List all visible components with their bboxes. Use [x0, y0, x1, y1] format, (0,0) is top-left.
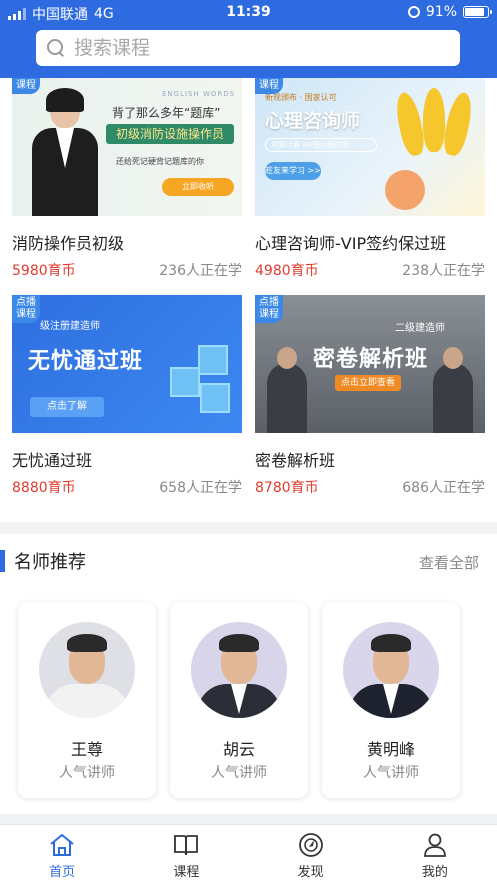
course-title[interactable]: 无忧通过班 — [12, 447, 242, 471]
teacher-role: 人气讲师 — [363, 765, 419, 781]
section-divider — [0, 522, 497, 534]
person-head — [277, 347, 297, 369]
instructor-photo — [30, 88, 100, 216]
course-banner[interactable]: 课程 ENGLISH WORDS 背了那么多年“题库” 初级消防设施操作员 还给… — [12, 78, 242, 216]
course-title[interactable]: 心理咨询师-VIP签约保过班 — [255, 230, 485, 254]
avatar — [191, 622, 287, 718]
banner-sub: 级注册建造师 — [40, 321, 100, 332]
course-learners: 658人正在学 — [159, 480, 242, 496]
section-title: 名师推荐 — [14, 552, 86, 573]
tab-label: 我的 — [421, 865, 448, 880]
section-accent-bar — [0, 550, 5, 572]
banner-line3: 还给死记硬背记题库的你 — [116, 157, 204, 166]
course-meta: 8780育币 686人正在学 — [255, 477, 485, 497]
banner-english: ENGLISH WORDS — [162, 90, 236, 98]
course-banner[interactable]: 点播 课程 二级建造师 密卷解析班 点击立即查看 — [255, 295, 485, 433]
course-meta: 4980育币 238人正在学 — [255, 260, 485, 280]
teachers-section-header: 名师推荐 查看全部 — [0, 546, 497, 576]
tab-home[interactable]: 首页 — [0, 825, 124, 883]
teacher-role: 人气讲师 — [211, 765, 267, 781]
teacher-card[interactable]: 王尊 人气讲师 — [18, 602, 156, 798]
banner-button[interactable]: 趁友来学习 >> — [265, 162, 321, 180]
tab-label: 发现 — [297, 865, 324, 880]
banner-button[interactable]: 立即收听 — [162, 178, 234, 196]
course-banner[interactable]: 点播 课程 级注册建造师 无忧通过班 点击了解 — [12, 295, 242, 433]
banner-button[interactable]: 点击了解 — [30, 397, 104, 417]
teacher-name: 胡云 — [222, 740, 255, 759]
banner-sub: 新规颁布 · 国家认可 — [265, 93, 337, 102]
banner-title: 无忧通过班 — [28, 349, 144, 374]
see-all-link[interactable]: 查看全部 — [419, 552, 479, 573]
banner-line2: 初级消防设施操作员 — [106, 124, 234, 144]
bottom-divider — [0, 814, 497, 824]
tab-bar: 首页 课程 发现 我的 — [0, 824, 497, 883]
battery-percent: 91% — [425, 4, 457, 20]
course-learners: 236人正在学 — [159, 263, 242, 279]
person-head — [443, 347, 463, 369]
book-icon — [174, 835, 199, 856]
course-tag: 课程 — [255, 78, 283, 94]
search-bar[interactable] — [36, 30, 460, 66]
course-meta: 5980育币 236人正在学 — [12, 260, 242, 280]
avatar — [343, 622, 439, 718]
course-card[interactable]: 课程 新规颁布 · 国家认可 心理咨询师 时薪计算 VIP签约保过班 趁友来学习… — [255, 78, 485, 280]
course-tag: 点播 课程 — [12, 295, 40, 323]
home-icon — [50, 833, 74, 856]
cube-illustration — [198, 345, 228, 375]
banana-illustration — [389, 88, 481, 158]
banner-button[interactable]: 点击立即查看 — [335, 375, 401, 391]
course-title[interactable]: 消防操作员初级 — [12, 230, 242, 254]
course-price: 5980育币 — [12, 263, 76, 279]
cube-illustration — [170, 367, 200, 397]
banner-title: 密卷解析班 — [313, 347, 429, 372]
teacher-role: 人气讲师 — [59, 765, 115, 781]
course-learners: 238人正在学 — [402, 263, 485, 279]
course-title[interactable]: 密卷解析班 — [255, 447, 485, 471]
course-tag: 点播 课程 — [255, 295, 283, 323]
course-tag: 课程 — [12, 78, 40, 94]
compass-icon — [298, 833, 323, 857]
course-meta: 8880育币 658人正在学 — [12, 477, 242, 497]
user-icon — [423, 833, 446, 857]
course-price: 8880育币 — [12, 480, 76, 496]
tab-label: 首页 — [49, 865, 76, 880]
status-bar: 中国联通 4G 11:39 91% — [0, 0, 497, 26]
tab-label: 课程 — [173, 865, 200, 880]
teacher-name: 王尊 — [70, 740, 103, 759]
teacher-name: 黄明峰 — [366, 740, 415, 759]
person-illustration — [267, 363, 307, 433]
tab-mine[interactable]: 我的 — [373, 825, 497, 883]
tab-discover[interactable]: 发现 — [249, 825, 373, 883]
tab-courses[interactable]: 课程 — [124, 825, 248, 883]
teacher-card[interactable]: 胡云 人气讲师 — [170, 602, 308, 798]
course-price: 8780育币 — [255, 480, 319, 496]
course-card[interactable]: 点播 课程 二级建造师 密卷解析班 点击立即查看 密卷解析班 8780育币 68… — [255, 295, 485, 497]
course-learners: 686人正在学 — [402, 480, 485, 496]
banner-title: 心理咨询师 — [265, 110, 361, 132]
avatar — [39, 622, 135, 718]
cube-illustration — [200, 383, 230, 413]
search-icon — [46, 38, 66, 58]
teacher-card[interactable]: 黄明峰 人气讲师 — [322, 602, 460, 798]
search-input[interactable] — [74, 37, 434, 59]
status-right: 91% — [407, 4, 492, 20]
course-card[interactable]: 课程 ENGLISH WORDS 背了那么多年“题库” 初级消防设施操作员 还给… — [12, 78, 242, 280]
person-illustration — [433, 363, 473, 433]
banner-pill: 时薪计算 VIP签约保过班 — [265, 138, 377, 152]
top-header: 中国联通 4G 11:39 91% — [0, 0, 497, 78]
battery-icon — [463, 6, 492, 18]
orange-illustration — [385, 170, 425, 210]
alarm-icon — [407, 6, 420, 18]
banner-sub: 二级建造师 — [395, 323, 445, 334]
course-banner[interactable]: 课程 新规颁布 · 国家认可 心理咨询师 时薪计算 VIP签约保过班 趁友来学习… — [255, 78, 485, 216]
banner-line1: 背了那么多年“题库” — [112, 106, 221, 120]
course-card[interactable]: 点播 课程 级注册建造师 无忧通过班 点击了解 无忧通过班 8880育币 658… — [12, 295, 242, 497]
course-price: 4980育币 — [255, 263, 319, 279]
